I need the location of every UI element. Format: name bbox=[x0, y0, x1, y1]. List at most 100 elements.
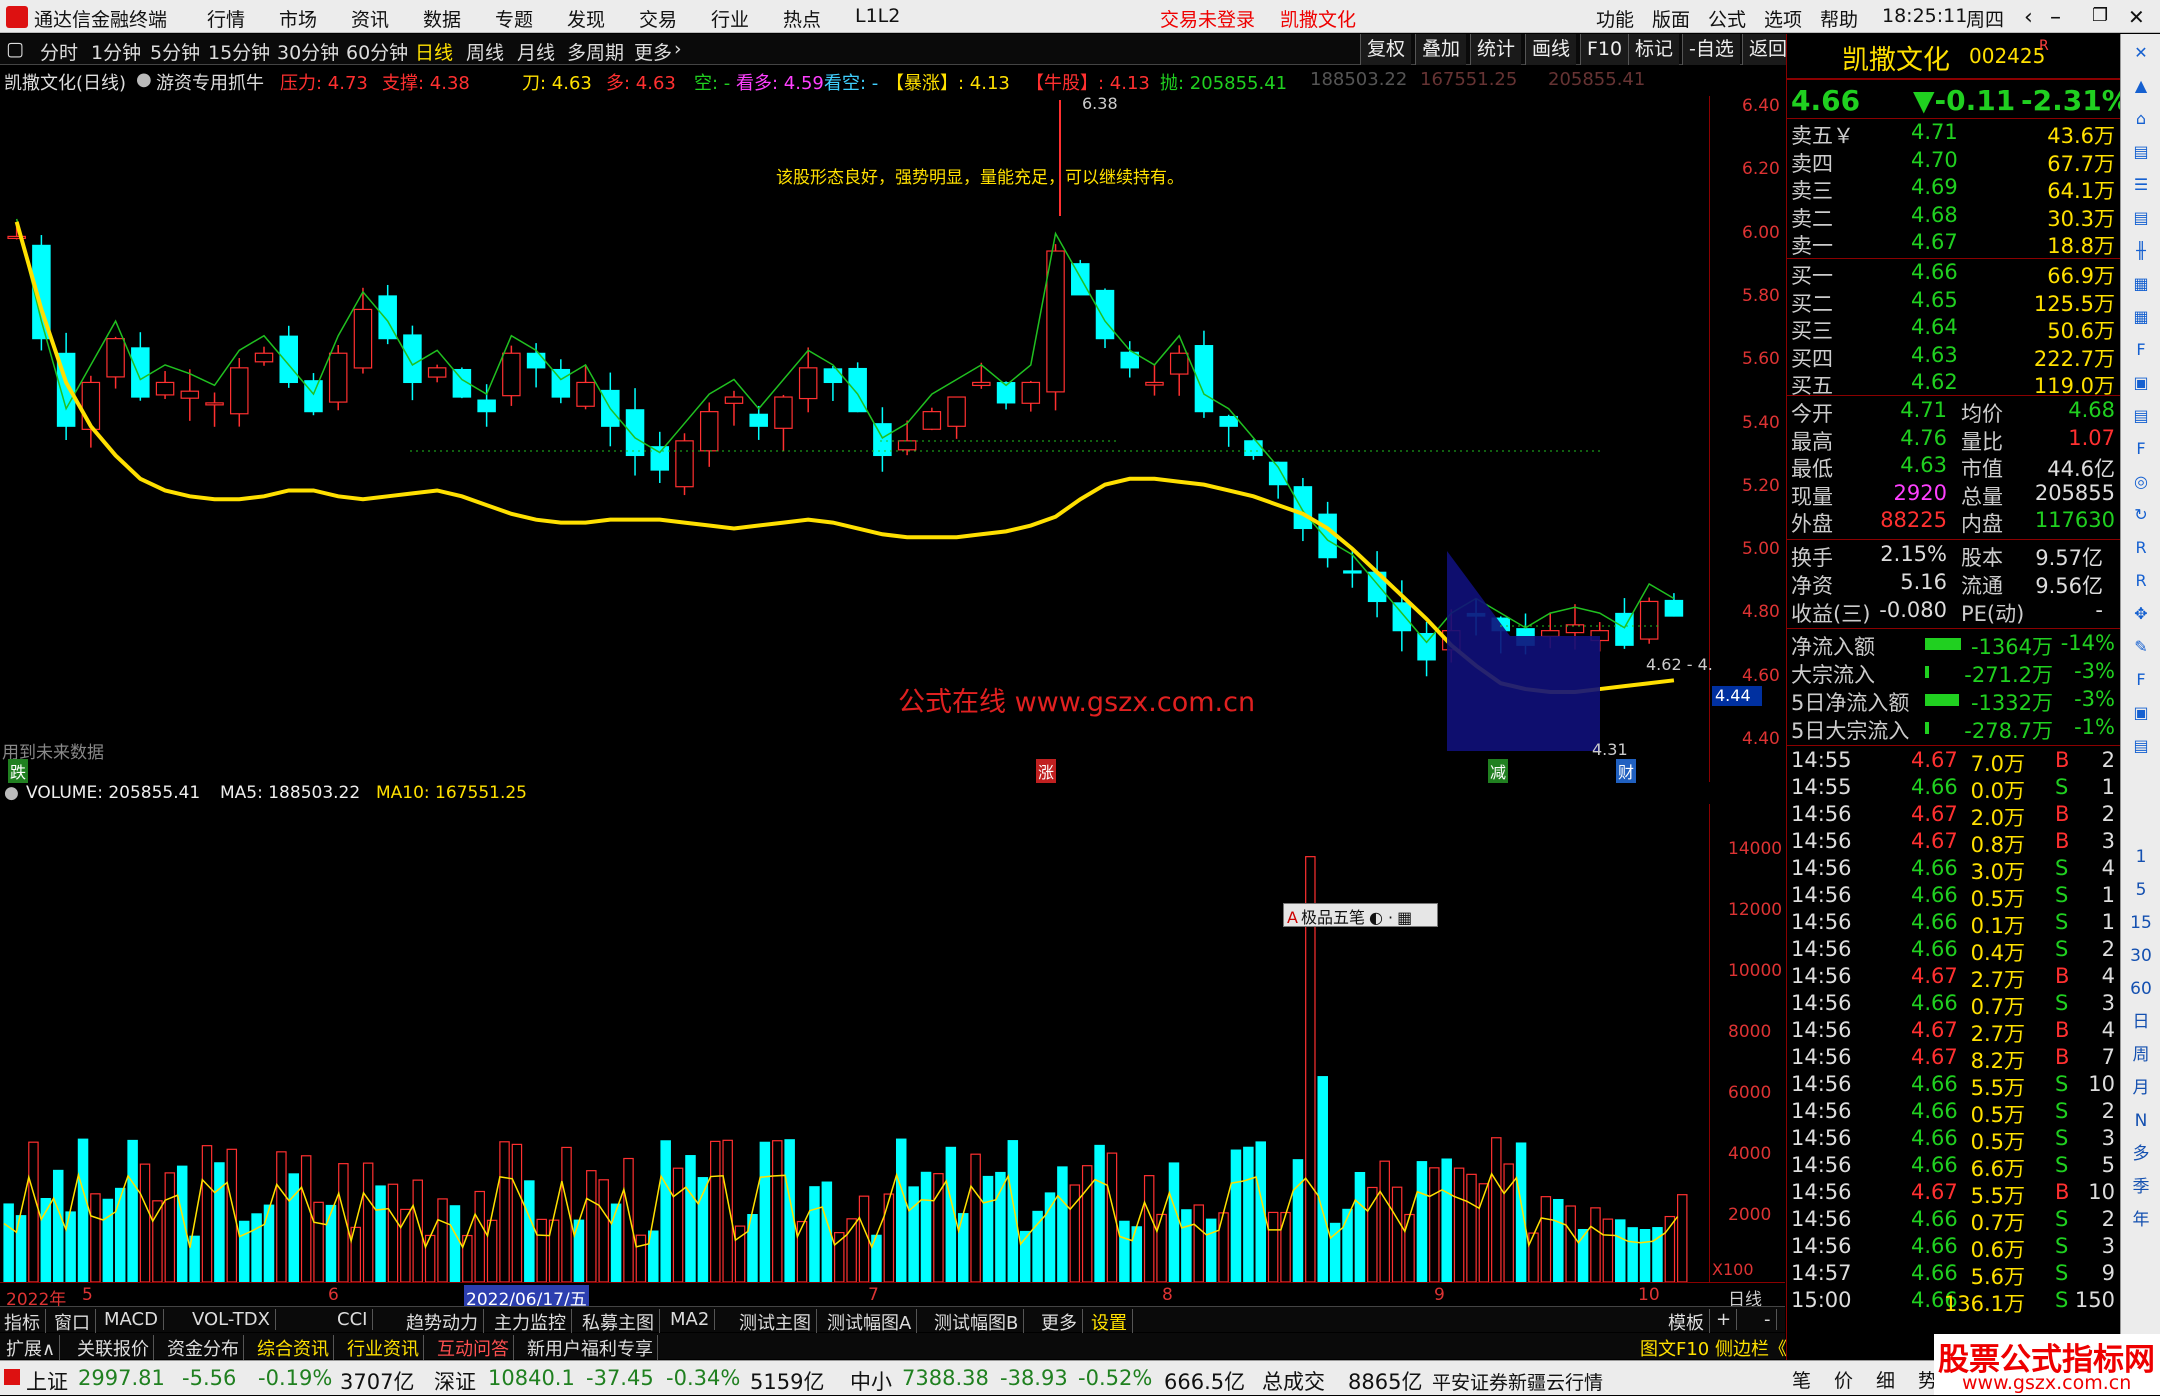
refresh-icon[interactable]: ↻ bbox=[2127, 502, 2155, 528]
indicator-tab[interactable]: 主力监控 bbox=[494, 1309, 572, 1335]
grid-icon[interactable]: ▣ bbox=[2127, 700, 2155, 726]
period-more[interactable]: 更多 bbox=[634, 38, 672, 65]
period-week[interactable]: 周线 bbox=[466, 38, 504, 65]
sidebar-period-4[interactable]: 60 bbox=[2127, 976, 2155, 1002]
tick-row[interactable]: 14:56 4.66 5.5万 S 10 bbox=[1791, 1072, 2117, 1100]
sz-name[interactable]: 深证 bbox=[434, 1366, 476, 1396]
f10-icon[interactable]: F bbox=[2127, 667, 2155, 693]
menu-shichang[interactable]: 市场 bbox=[279, 5, 317, 32]
indicator-tab[interactable]: 窗口 bbox=[54, 1309, 96, 1335]
up-icon[interactable]: ▲ bbox=[2127, 73, 2155, 99]
diejia-button[interactable]: 叠加 bbox=[1415, 34, 1467, 65]
chevron-right-icon[interactable]: › bbox=[674, 38, 682, 60]
menu-bangzhu[interactable]: 帮助 bbox=[1820, 5, 1858, 32]
sidebar-period-2[interactable]: 15 bbox=[2127, 910, 2155, 936]
sidebar-period-7[interactable]: 月 bbox=[2127, 1075, 2155, 1101]
tab-tool-0[interactable]: 模板 bbox=[1668, 1309, 1710, 1335]
period-fenshi[interactable]: 分时 bbox=[40, 38, 78, 65]
tick-row[interactable]: 14:56 4.66 0.4万 S 2 bbox=[1791, 937, 2117, 965]
indicator-tab[interactable]: 设置 bbox=[1091, 1309, 1133, 1335]
add-favorite-button[interactable]: -自选 bbox=[1682, 34, 1740, 65]
ime-icon[interactable]: A bbox=[1284, 908, 1301, 927]
table-icon[interactable]: ▦ bbox=[2127, 304, 2155, 330]
kline-icon[interactable]: ╫ bbox=[2127, 238, 2155, 264]
info-tab[interactable]: 扩展∧ bbox=[2, 1335, 61, 1361]
period-day[interactable]: 日线 bbox=[415, 38, 453, 65]
tick-row[interactable]: 15:00 4.66 136.1万 S 150 bbox=[1791, 1288, 2117, 1316]
period-1min[interactable]: 1分钟 bbox=[91, 38, 141, 65]
tick-row[interactable]: 14:56 4.66 0.5万 S 1 bbox=[1791, 883, 2117, 911]
sh-name[interactable]: 上证 bbox=[26, 1366, 68, 1396]
tick-row[interactable]: 14:56 4.67 5.5万 B 10 bbox=[1791, 1180, 2117, 1208]
back-icon[interactable]: ‹ bbox=[2024, 5, 2033, 30]
menu-gongneng[interactable]: 功能 bbox=[1596, 5, 1634, 32]
sidebar-period-8[interactable]: N bbox=[2127, 1108, 2155, 1134]
menu-shuju[interactable]: 数据 bbox=[423, 5, 461, 32]
huaxian-button[interactable]: 画线 bbox=[1525, 34, 1577, 65]
f10-button[interactable]: F10 bbox=[1580, 34, 1629, 65]
menu-banmian[interactable]: 版面 bbox=[1652, 5, 1690, 32]
sidebar-period-9[interactable]: 多 bbox=[2127, 1141, 2155, 1167]
indicator-tab[interactable]: 测试主图 bbox=[739, 1309, 817, 1335]
kline-chart[interactable] bbox=[0, 96, 1710, 782]
tick-row[interactable]: 14:56 4.66 0.7万 S 2 bbox=[1791, 1207, 2117, 1235]
tick-row[interactable]: 14:56 4.66 0.6万 S 3 bbox=[1791, 1234, 2117, 1262]
pen-icon[interactable]: ✎ bbox=[2127, 634, 2155, 660]
broker-name[interactable]: 平安证券新疆云行情 bbox=[1432, 1368, 1603, 1395]
indicator-tab[interactable]: MA2 bbox=[670, 1309, 716, 1330]
close-icon[interactable]: ✕ bbox=[2127, 40, 2155, 66]
chart-icon[interactable]: ▤ bbox=[2127, 733, 2155, 759]
sidebar-period-11[interactable]: 年 bbox=[2127, 1207, 2155, 1233]
rsi-icon[interactable]: R bbox=[2127, 535, 2155, 561]
layout-icon[interactable]: ▢ bbox=[6, 38, 24, 60]
menu-zhuanti[interactable]: 专题 bbox=[495, 5, 533, 32]
tick-row[interactable]: 14:56 4.66 0.5万 S 3 bbox=[1791, 1126, 2117, 1154]
menu-hangqing[interactable]: 行情 bbox=[207, 5, 245, 32]
indicator-tab[interactable]: MACD bbox=[104, 1309, 164, 1330]
period-5min[interactable]: 5分钟 bbox=[150, 38, 200, 65]
menu-hangye[interactable]: 行业 bbox=[711, 5, 749, 32]
tick-row[interactable]: 14:56 4.67 8.2万 B 7 bbox=[1791, 1045, 2117, 1073]
menu-redian[interactable]: 热点 bbox=[783, 5, 821, 32]
tick-row[interactable]: 14:56 4.66 0.5万 S 2 bbox=[1791, 1099, 2117, 1127]
tab-bi[interactable]: 笔 bbox=[1792, 1366, 1811, 1393]
sidebar-period-5[interactable]: 日 bbox=[2127, 1009, 2155, 1035]
chart-icon[interactable]: ▤ bbox=[2127, 205, 2155, 231]
tick-row[interactable]: 14:57 4.66 5.6万 S 9 bbox=[1791, 1261, 2117, 1289]
info-tab[interactable]: 综合资讯 bbox=[253, 1335, 334, 1361]
menu-gongshi[interactable]: 公式 bbox=[1708, 5, 1746, 32]
period-multi[interactable]: 多周期 bbox=[567, 38, 624, 65]
sidebar-period-1[interactable]: 5 bbox=[2127, 877, 2155, 903]
tick-row[interactable]: 14:56 4.67 0.8万 B 3 bbox=[1791, 829, 2117, 857]
menu-zixun[interactable]: 资讯 bbox=[351, 5, 389, 32]
tick-row[interactable]: 14:56 4.66 0.1万 S 1 bbox=[1791, 910, 2117, 938]
ime-moon-icon[interactable]: ◐ · bbox=[1365, 908, 1393, 927]
period-month[interactable]: 月线 bbox=[517, 38, 555, 65]
indicator-tab[interactable]: 测试幅图B bbox=[934, 1309, 1025, 1335]
rsi-icon[interactable]: R bbox=[2127, 568, 2155, 594]
tab-xi[interactable]: 细 bbox=[1876, 1366, 1895, 1393]
menu-jiaoyi[interactable]: 交易 bbox=[639, 5, 677, 32]
menu-faxian[interactable]: 发现 bbox=[567, 5, 605, 32]
indicator-tab[interactable]: VOL-TDX bbox=[192, 1309, 276, 1330]
table-icon[interactable]: ▦ bbox=[2127, 271, 2155, 297]
info-tab[interactable]: 互动问答 bbox=[433, 1335, 514, 1361]
period-60min[interactable]: 60分钟 bbox=[346, 38, 408, 65]
indicator-tab[interactable]: 指标 bbox=[4, 1309, 46, 1335]
tick-row[interactable]: 14:56 4.66 0.7万 S 3 bbox=[1791, 991, 2117, 1019]
volume-chart[interactable] bbox=[0, 804, 1710, 1282]
tick-row[interactable]: 14:56 4.67 2.7万 B 4 bbox=[1791, 964, 2117, 992]
tick-row[interactable]: 14:55 4.67 7.0万 B 2 bbox=[1791, 748, 2117, 776]
close-icon[interactable]: ✕ bbox=[2128, 5, 2145, 29]
home-icon[interactable]: ⌂ bbox=[2127, 106, 2155, 132]
indicator-tab[interactable]: 更多 bbox=[1041, 1309, 1083, 1335]
info-tab[interactable]: 关联报价 bbox=[73, 1335, 154, 1361]
menu-xuanxiang[interactable]: 选项 bbox=[1764, 5, 1802, 32]
formula-name[interactable]: 游资专用抓牛 bbox=[156, 69, 264, 95]
fuquan-button[interactable]: 复权 bbox=[1360, 34, 1412, 65]
grid-icon[interactable]: ▣ bbox=[2127, 370, 2155, 396]
sidebar-period-0[interactable]: 1 bbox=[2127, 844, 2155, 870]
cross-icon[interactable]: ✥ bbox=[2127, 601, 2155, 627]
tab-tool-1[interactable]: + bbox=[1716, 1309, 1738, 1330]
tick-row[interactable]: 14:56 4.67 2.7万 B 4 bbox=[1791, 1018, 2117, 1046]
